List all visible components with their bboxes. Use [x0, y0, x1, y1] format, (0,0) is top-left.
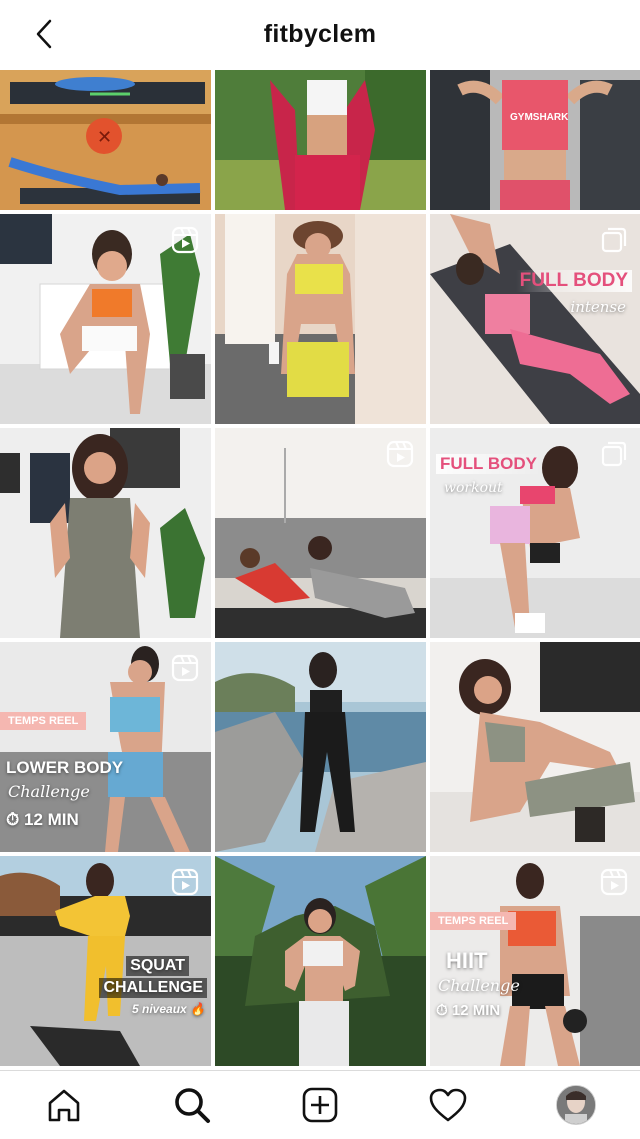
post-tile[interactable]: [215, 214, 426, 424]
home-icon: [48, 1089, 80, 1122]
overlay-detail: 5 niveaux 🔥: [132, 1002, 205, 1016]
post-tile[interactable]: TEMPS REEL HIIT Challenge ⏱ 12 MIN: [430, 856, 640, 1066]
profile-username: fitbyclem: [263, 19, 377, 48]
tab-new-post[interactable]: [295, 1080, 345, 1130]
tab-home[interactable]: [39, 1080, 89, 1130]
reel-icon: [386, 440, 414, 468]
reel-icon: [600, 868, 628, 896]
svg-text:✕: ✕: [97, 127, 112, 147]
overlay-title: HIIT: [446, 948, 488, 973]
overlay-title: SQUAT: [126, 956, 189, 976]
post-image: [215, 642, 426, 852]
overlay-tag: TEMPS REEL: [430, 912, 517, 930]
overlay-detail-text: 5 niveaux: [132, 1002, 187, 1016]
overlay-subtitle: CHALLENGE: [99, 978, 207, 998]
search-icon: [175, 1088, 210, 1123]
new-post-icon: [302, 1087, 338, 1123]
tab-activity[interactable]: [423, 1080, 473, 1130]
overlay-title: FULL BODY: [436, 454, 541, 474]
profile-picture: [557, 1086, 595, 1124]
post-image: [215, 214, 426, 424]
reel-icon: [171, 226, 199, 254]
overlay-title: FULL BODY: [515, 270, 632, 292]
overlay-subtitle: intense: [570, 298, 626, 316]
bottom-tab-bar: [0, 1070, 640, 1139]
post-tile[interactable]: [215, 642, 426, 852]
post-tile[interactable]: [430, 642, 640, 852]
timer-icon: ⏱: [436, 1002, 448, 1019]
post-tile[interactable]: [0, 428, 211, 638]
posts-grid: ✕ GYMSHARK FULL BODY intense FULL BODY w…: [0, 70, 640, 1070]
overlay-duration-text: 12 MIN: [24, 810, 79, 829]
post-tile[interactable]: TEMPS REEL LOWER BODY Challenge ⏱ 12 MIN: [0, 642, 211, 852]
overlay-subtitle: Challenge: [438, 976, 520, 995]
post-image: GYMSHARK: [430, 70, 640, 210]
overlay-subtitle: Challenge: [8, 782, 90, 801]
shirt-text: GYMSHARK: [510, 112, 569, 123]
top-bar: fitbyclem: [0, 0, 640, 68]
fire-icon: 🔥: [190, 1002, 205, 1016]
post-tile[interactable]: ✕: [0, 70, 211, 210]
heart-icon: [429, 1088, 467, 1122]
reel-icon: [171, 868, 199, 896]
post-tile[interactable]: SQUAT CHALLENGE 5 niveaux 🔥: [0, 856, 211, 1066]
tab-search[interactable]: [167, 1080, 217, 1130]
tab-profile[interactable]: [551, 1080, 601, 1130]
overlay-subtitle: workout: [444, 480, 503, 496]
post-image: [215, 856, 426, 1066]
reel-icon: [171, 654, 199, 682]
post-image: ✕: [0, 70, 211, 210]
avatar: [556, 1085, 596, 1125]
overlay-tag: TEMPS REEL: [0, 712, 87, 730]
carousel-icon: [601, 227, 627, 253]
post-image: [0, 428, 211, 638]
chevron-left-icon: [36, 19, 52, 49]
post-tile[interactable]: [215, 428, 426, 638]
post-image: [215, 70, 426, 210]
post-tile[interactable]: [215, 70, 426, 210]
post-tile[interactable]: GYMSHARK: [430, 70, 640, 210]
post-tile[interactable]: [215, 856, 426, 1066]
overlay-duration-text: 12 MIN: [451, 1002, 501, 1019]
back-button[interactable]: [22, 14, 66, 54]
overlay-title: LOWER BODY: [6, 758, 124, 777]
carousel-icon: [601, 441, 627, 467]
overlay-duration: ⏱ 12 MIN: [436, 1002, 500, 1019]
timer-icon: ⏱: [6, 810, 20, 829]
post-tile[interactable]: FULL BODY workout: [430, 428, 640, 638]
overlay-duration: ⏱ 12 MIN: [6, 810, 79, 830]
post-tile[interactable]: [0, 214, 211, 424]
post-tile[interactable]: FULL BODY intense: [430, 214, 640, 424]
post-image: [430, 642, 640, 852]
